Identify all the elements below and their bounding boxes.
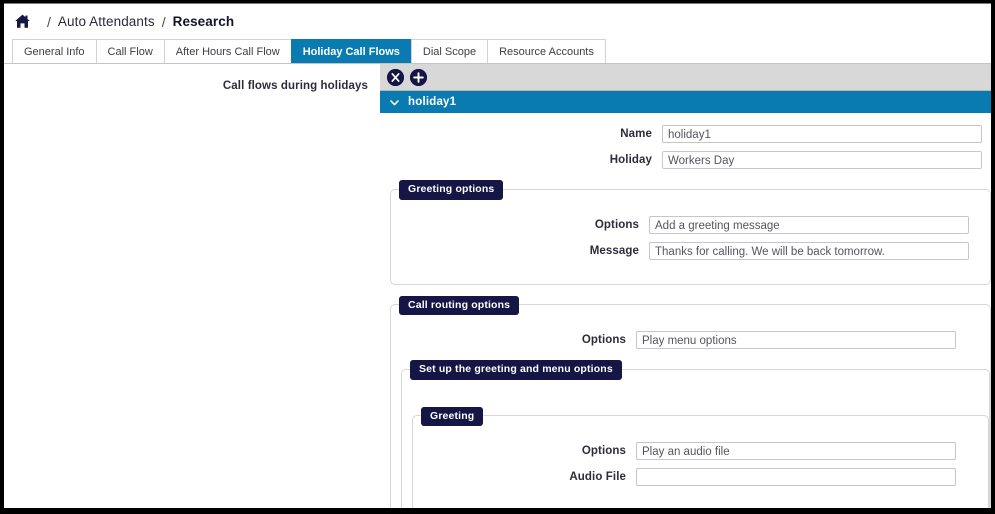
close-circle-icon[interactable]: [387, 68, 404, 86]
legend-call-routing-options: Call routing options: [399, 295, 520, 315]
section-label-call-flows-during-holidays: Call flows during holidays: [222, 80, 368, 92]
breadcrumb-parent-link[interactable]: Auto Attendants: [58, 14, 155, 29]
label-greeting-options: Options: [594, 218, 639, 231]
tab-holiday-call-flows[interactable]: Holiday Call Flows: [290, 39, 412, 63]
field-row-call-routing-options: Options Play menu options: [391, 331, 990, 349]
holiday-item-header[interactable]: holiday1: [380, 91, 991, 113]
badge-greeting: Greeting: [421, 406, 484, 426]
fieldset-call-routing-options: Call routing options Options Play menu o…: [390, 294, 991, 508]
home-icon[interactable]: [14, 13, 31, 30]
chevron-down-icon[interactable]: [389, 97, 400, 108]
plus-circle-icon[interactable]: [410, 68, 427, 86]
breadcrumb-current: Research: [172, 14, 235, 29]
fieldset-greeting-options: Greeting options Options Add a greeting …: [390, 179, 991, 285]
label-holiday: Holiday: [609, 154, 652, 166]
input-call-routing-options[interactable]: Play menu options: [636, 331, 956, 349]
field-row-greeting-play-options: Options Play an audio file: [413, 442, 988, 460]
tab-general-info[interactable]: General Info: [12, 39, 97, 63]
legend-greeting-options: Greeting options: [399, 179, 504, 200]
tab-call-flow[interactable]: Call Flow: [95, 39, 165, 63]
field-row-name: Name holiday1: [380, 125, 991, 143]
breadcrumb-separator-1: /: [47, 13, 51, 30]
label-audio-file: Audio File: [569, 471, 626, 483]
input-holiday[interactable]: Workers Day: [662, 151, 982, 169]
breadcrumb: / Auto Attendants / Research: [4, 4, 991, 39]
fieldset-menu-setup: Set up the greeting and menu options Gre…: [401, 359, 990, 508]
fieldset-greeting: Greeting Options Play an audio file Audi…: [412, 405, 989, 508]
field-row-audio-file: Audio File: [413, 468, 988, 486]
tab-dial-scope[interactable]: Dial Scope: [410, 39, 489, 63]
holiday-form: Name holiday1 Holiday Workers Day Greeti…: [380, 113, 991, 508]
badge-greeting-options: Greeting options: [399, 180, 504, 200]
input-greeting-options[interactable]: Add a greeting message: [649, 215, 969, 234]
badge-call-routing-options: Call routing options: [399, 295, 520, 315]
label-greeting-play-options: Options: [581, 445, 626, 457]
field-row-holiday: Holiday Workers Day: [380, 151, 991, 169]
input-audio-file[interactable]: [636, 468, 956, 486]
tab-after-hours-call-flow[interactable]: After Hours Call Flow: [163, 39, 292, 63]
breadcrumb-separator-2: /: [161, 13, 166, 30]
label-call-routing-options: Options: [581, 334, 626, 346]
field-row-greeting-message: Message Thanks for calling. We will be b…: [391, 241, 990, 260]
badge-menu-setup: Set up the greeting and menu options: [410, 360, 622, 380]
legend-menu-setup: Set up the greeting and menu options: [410, 359, 622, 380]
holiday-item-title: holiday1: [408, 96, 457, 108]
content-area: Call flows during holidays holiday1 Name…: [4, 64, 991, 508]
tab-resource-accounts[interactable]: Resource Accounts: [487, 39, 606, 63]
field-row-greeting-options: Options Add a greeting message: [391, 215, 990, 234]
input-greeting-message[interactable]: Thanks for calling. We will be back tomo…: [649, 241, 969, 260]
input-name[interactable]: holiday1: [662, 125, 982, 143]
input-greeting-play-options[interactable]: Play an audio file: [636, 442, 956, 460]
tab-strip: General Info Call Flow After Hours Call …: [4, 39, 991, 64]
app-window: / Auto Attendants / Research General Inf…: [4, 3, 991, 508]
legend-greeting: Greeting: [421, 406, 484, 426]
label-name: Name: [620, 128, 652, 140]
holiday-call-flows-panel: holiday1 Name holiday1 Holiday Workers D…: [380, 64, 991, 508]
label-greeting-message: Message: [589, 244, 639, 257]
left-pane: Call flows during holidays: [4, 64, 380, 508]
holiday-toolbar: [380, 64, 991, 91]
